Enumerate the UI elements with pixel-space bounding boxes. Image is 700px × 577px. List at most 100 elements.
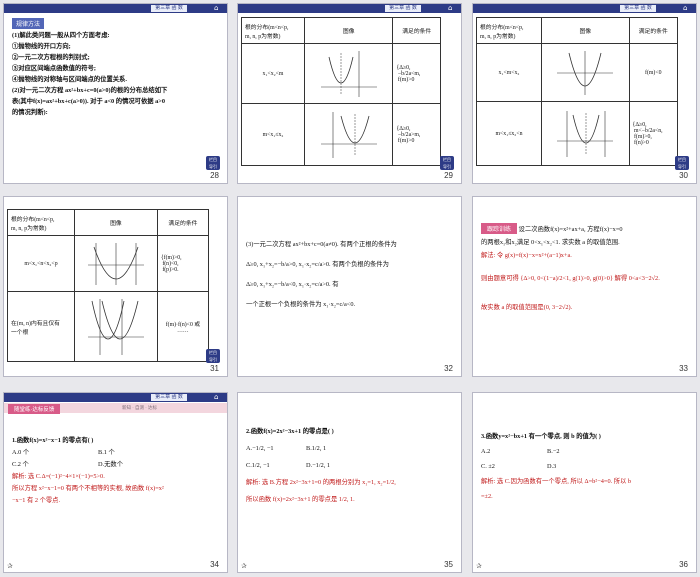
table-cell: {Δ≥0, −b/2a>m, f(m)>0 bbox=[392, 103, 441, 166]
parabola-graph bbox=[303, 43, 394, 104]
text-line: (1)解此类问题一般从四个方面考虑: bbox=[12, 32, 110, 39]
table-cell: {f(m)>0, f(n)<0, f(p)>0. bbox=[156, 235, 210, 292]
option-c[interactable]: C.1/2, −1 bbox=[246, 457, 306, 474]
slide-35[interactable]: 2.函数f(x)=2x²−3x+1 的零点是( ) A.−1/2, −1 B.1/… bbox=[237, 392, 462, 573]
slide-header-bar: 第三章 函 数 ⌂ bbox=[238, 4, 461, 13]
slide-number: 36 bbox=[679, 560, 688, 569]
slide-number: 34 bbox=[210, 560, 219, 569]
slide-body: 2.函数f(x)=2x²−3x+1 的零点是( ) A.−1/2, −1 B.1/… bbox=[246, 423, 453, 508]
back-button[interactable]: 栏目 导引 bbox=[206, 156, 220, 170]
slide-body: 规律方法 (1)解此类问题一般从四个方面考虑: ①抛物线的开口方向; ②一元二次… bbox=[12, 18, 219, 118]
slide-31[interactable]: 根的分布(m<n<p, m, n, p为常数) 图像 满足的条件 m<x₁<n<x… bbox=[3, 196, 228, 377]
table-cell: 在(m, n)内有且仅有 一个根 bbox=[7, 291, 75, 362]
table-cell: {Δ≥0, −b/2a<m, f(m)>0 bbox=[392, 43, 441, 104]
option-c[interactable]: C.2 个 bbox=[12, 459, 98, 471]
table-header: 根的分布(m<n<p, m, n, p为常数) bbox=[476, 17, 542, 44]
slide-header-bar: 第三章 函 数 ⌂ bbox=[4, 4, 227, 13]
back-button[interactable]: 栏目 导引 bbox=[675, 156, 689, 170]
slide-36[interactable]: 3.函数y=x²−bx+1 有一个零点, 则 b 的值为( ) A.2 B.−2 … bbox=[472, 392, 697, 573]
option-a[interactable]: A.0 个 bbox=[12, 447, 98, 459]
home-icon[interactable]: ⌂ bbox=[214, 394, 221, 401]
option-d[interactable]: D.−1/2, 1 bbox=[306, 462, 330, 469]
table-cell: f(m)·f(n)<0 或…… bbox=[156, 291, 210, 362]
home-icon[interactable]: ⌂ bbox=[683, 5, 690, 12]
option-b[interactable]: B.1 个 bbox=[98, 449, 115, 456]
question-text: 2.函数f(x)=2x²−3x+1 的零点是( ) bbox=[246, 428, 334, 435]
solution-text: 解析: 选 B.方程 2x²−3x+1=0 的两根分别为 x₁=1, x₂=1/… bbox=[246, 479, 396, 486]
slide-33[interactable]: 跟踪训练 设二次函数f(x)=x²+ax+a, 方程f(x)−x=0 的两根x₁… bbox=[472, 196, 697, 377]
slide-34[interactable]: 第三章 函 数 ⌂ 随堂练·达标反馈 新知 · 自测 · 达标 1.函数f(x)… bbox=[3, 392, 228, 573]
table-cell: x₁<m<x₂ bbox=[476, 43, 542, 102]
section-label: 随堂练·达标反馈 bbox=[8, 404, 61, 414]
slide-number: 35 bbox=[444, 560, 453, 569]
header-chip: 第三章 函 数 bbox=[151, 394, 187, 401]
table-header: 满足的条件 bbox=[392, 17, 441, 44]
text-line: 的情况判断): bbox=[12, 109, 48, 116]
table-header: 根的分布(m<n<p, m, n, p为常数) bbox=[7, 209, 75, 236]
text-line: ③对应区间端点函数值的符号; bbox=[12, 65, 96, 72]
text-line: (3)一元二次方程 ax²+bx+c=0(a≠0). 有两个正根的条件为 bbox=[246, 241, 397, 248]
section-tools: 新知 · 自测 · 达标 bbox=[122, 405, 157, 410]
back-button[interactable]: 栏目 导引 bbox=[440, 156, 454, 170]
text-line: (2)对一元二次方程 ax²+bx+c=0(a>0)的根的分布总结如下 bbox=[12, 87, 168, 94]
text-line: Δ≥0, x₁+x₂=−b/a>0, x₁·x₂=c/a>0. 有两个负根的条件… bbox=[246, 261, 389, 268]
solution-text: 解法: 令 g(x)=f(x)−x=x²+(a−1)x+a. bbox=[481, 252, 572, 259]
solution-text: 所以函数 f(x)=2x²−3x+1 的零点是 1/2, 1. bbox=[246, 496, 355, 503]
table-header: 根的分布(m<n<p, m, n, p为常数) bbox=[241, 17, 305, 44]
slide-body: (3)一元二次方程 ax²+bx+c=0(a≠0). 有两个正根的条件为 Δ≥0… bbox=[246, 235, 453, 315]
question-text: 1.函数f(x)=x²−x−1 的零点有( ) bbox=[12, 437, 94, 444]
text-line: 一个正根一个负根的条件为 x₁·x₂=c/a<0. bbox=[246, 301, 356, 308]
star-icon[interactable]: ✰ bbox=[476, 562, 482, 570]
option-d[interactable]: D.3 bbox=[547, 463, 556, 470]
text-line: 表(其中f(x)=ax²+bx+c(a>0)). 对于 a<0 的情况可依据 a… bbox=[12, 98, 166, 105]
option-a[interactable]: A.−1/2, −1 bbox=[246, 440, 306, 457]
option-b[interactable]: B.−2 bbox=[547, 448, 559, 455]
parabola-graph bbox=[74, 235, 158, 292]
text-line: ①抛物线的开口方向; bbox=[12, 43, 71, 50]
star-icon[interactable]: ✰ bbox=[241, 562, 247, 570]
slide-29[interactable]: 第三章 函 数 ⌂ 根的分布(m<n<p, m, n, p为常数) 图像 满足的条… bbox=[237, 3, 462, 184]
solution-text: 解析: 选 C.因为函数有一个零点, 所以 Δ=b²−4=0. 所以 b bbox=[481, 478, 632, 485]
option-b[interactable]: B.1/2, 1 bbox=[306, 445, 326, 452]
option-d[interactable]: D.无数个 bbox=[98, 461, 123, 468]
slide-32[interactable]: (3)一元二次方程 ax²+bx+c=0(a≠0). 有两个正根的条件为 Δ≥0… bbox=[237, 196, 462, 377]
slide-28[interactable]: 第三章 函 数 ⌂ 规律方法 (1)解此类问题一般从四个方面考虑: ①抛物线的开… bbox=[3, 3, 228, 184]
slide-number: 32 bbox=[444, 364, 453, 373]
slide-30[interactable]: 第三章 函 数 ⌂ 根的分布(m<n<p, m, n, p为常数) 图像 满足的条… bbox=[472, 3, 697, 184]
tracking-tag: 跟踪训练 bbox=[481, 223, 518, 234]
table-cell: m<x₁≤x₂ bbox=[241, 103, 305, 166]
parabola-graph bbox=[303, 103, 394, 166]
section-bar: 随堂练·达标反馈 新知 · 自测 · 达标 bbox=[4, 403, 227, 414]
back-button[interactable]: 栏目 导引 bbox=[206, 349, 220, 363]
home-icon[interactable]: ⌂ bbox=[448, 5, 455, 12]
option-a[interactable]: A.2 bbox=[481, 444, 547, 459]
solution-text: 所以方程 x²−x−1=0 有两个不相等的实根, 故函数 f(x)=x² bbox=[12, 485, 164, 492]
slide-number: 31 bbox=[210, 364, 219, 373]
table-cell: m<x₁<n<x₂<p bbox=[7, 235, 75, 292]
home-icon[interactable]: ⌂ bbox=[214, 5, 221, 12]
table-header: 满足的条件 bbox=[628, 17, 679, 44]
table-header: 图像 bbox=[74, 209, 158, 236]
question-text: 设二次函数f(x)=x²+ax+a, 方程f(x)−x=0 bbox=[518, 226, 623, 233]
slide-body: 3.函数y=x²−bx+1 有一个零点, 则 b 的值为( ) A.2 B.−2 … bbox=[481, 429, 688, 504]
slide-number: 30 bbox=[679, 171, 688, 180]
option-c[interactable]: C. ±2 bbox=[481, 459, 547, 474]
header-chip: 第三章 函 数 bbox=[620, 5, 656, 12]
root-distribution-table: 根的分布(m<n<p, m, n, p为常数) 图像 满足的条件 m<x₁<n<x… bbox=[7, 209, 210, 362]
parabola-graph bbox=[74, 291, 158, 362]
header-chip: 第三章 函 数 bbox=[151, 5, 187, 12]
table-cell: {Δ≥0, m<−b/2a<n, f(m)>0, f(n)>0 bbox=[628, 101, 679, 166]
question-text: 的两根x₁和x₂满足 0<x₁<x₂<1. 求实数 a 的取值范围. bbox=[481, 239, 620, 246]
text-line: Δ≥0, x₁+x₂=−b/a<0, x₁·x₂=c/a>0. 有 bbox=[246, 281, 339, 288]
parabola-graph bbox=[541, 101, 630, 166]
root-distribution-table: 根的分布(m<n<p, m, n, p为常数) 图像 满足的条件 x₁<x₂<m … bbox=[241, 17, 441, 166]
slide-number: 28 bbox=[210, 171, 219, 180]
root-distribution-table: 根的分布(m<n<p, m, n, p为常数) 图像 满足的条件 x₁<m<x₂ … bbox=[476, 17, 679, 166]
parabola-graph bbox=[541, 43, 630, 102]
star-icon[interactable]: ✰ bbox=[7, 562, 13, 570]
solution-text: −x−1 有 2 个零点. bbox=[12, 497, 61, 504]
slide-body: 1.函数f(x)=x²−x−1 的零点有( ) A.0 个 B.1 个 C.2 个… bbox=[12, 435, 219, 507]
question-text: 3.函数y=x²−bx+1 有一个零点, 则 b 的值为( ) bbox=[481, 433, 601, 440]
table-header: 图像 bbox=[303, 17, 394, 44]
text-line: ④抛物线的对称轴与区间端点的位置关系. bbox=[12, 76, 127, 83]
